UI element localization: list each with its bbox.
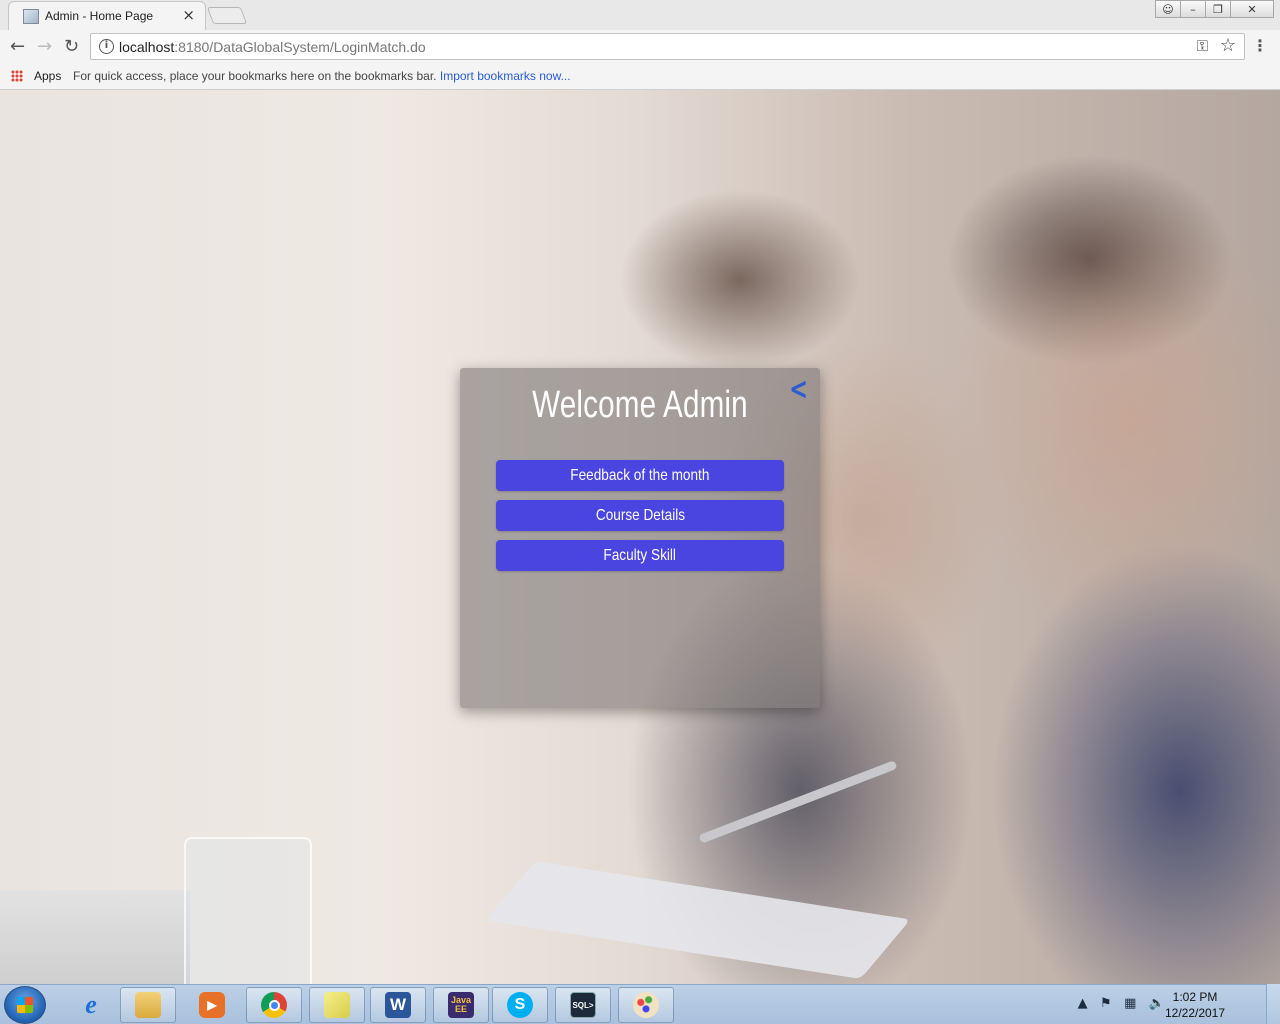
start-button[interactable] [4,986,46,1024]
title-bar: Admin - Home Page × ☺ – ❐ ✕ [0,0,1280,30]
bookmark-star-icon[interactable]: ☆ [1220,35,1236,56]
tab-title: Admin - Home Page [45,9,154,23]
bookmarks-hint: For quick access, place your bookmarks h… [73,69,571,83]
chevron-left-icon[interactable]: < [789,375,808,405]
url-path: :8180/DataGlobalSystem/LoginMatch.do [174,39,426,55]
skype-icon[interactable]: S [492,987,548,1023]
action-center-flag-icon[interactable]: ⚑ [1100,996,1112,1011]
windows-taskbar: e ▶ W Java EE S SQL> ▲ ⚑ ▦ 🔈 1:02 PM 12/2… [0,984,1280,1024]
window-controls: ☺ – ❐ ✕ [1155,0,1274,18]
apps-shortcut[interactable]: Apps [34,69,61,83]
tab-close-icon[interactable]: × [182,6,195,24]
palette-glyph [633,992,659,1018]
internet-explorer-glyph: e [85,990,97,1019]
java-ee-ide-icon[interactable]: Java EE [433,987,489,1023]
folder-glyph [135,992,161,1018]
back-arrow-icon[interactable]: ← [10,36,25,57]
page-background: < Welcome Admin Feedback of the month Co… [0,90,1280,984]
course-details-button[interactable]: Course Details [496,500,784,531]
sql-glyph: SQL> [570,992,596,1018]
site-info-icon[interactable]: i [99,39,114,54]
show-desktop-button[interactable] [1266,984,1280,1024]
url-text: localhost:8180/DataGlobalSystem/LoginMat… [119,39,426,55]
user-profile-icon[interactable]: ☺ [1155,0,1181,18]
restore-button[interactable]: ❐ [1205,0,1231,18]
browser-tab[interactable]: Admin - Home Page × [8,1,206,30]
chrome-glyph [261,992,287,1018]
chrome-menu-icon[interactable]: ⋮ [1252,36,1268,55]
tray-icons[interactable]: ▲ ⚑ ▦ 🔈 [1078,996,1165,1011]
bookmarks-bar: Apps For quick access, place your bookma… [0,63,1280,90]
background-stylus [698,760,898,844]
play-glyph: ▶ [199,992,225,1018]
show-hidden-icons-icon[interactable]: ▲ [1078,996,1088,1011]
page-title: Welcome Admin [532,384,748,426]
faculty-skill-button[interactable]: Faculty Skill [496,540,784,571]
key-icon[interactable]: ⚿ [1197,37,1208,55]
sticky-glyph [324,992,350,1018]
chrome-icon[interactable] [246,987,302,1023]
browser-toolbar: ← → ↻ i localhost:8180/DataGlobalSystem/… [0,30,1280,63]
close-window-button[interactable]: ✕ [1230,0,1274,18]
address-bar[interactable]: i localhost:8180/DataGlobalSystem/LoginM… [90,33,1245,60]
button-label: Feedback of the month [570,466,710,484]
button-label: Faculty Skill [603,546,677,564]
import-bookmarks-link[interactable]: Import bookmarks now... [440,69,571,83]
network-icon[interactable]: ▦ [1124,996,1136,1011]
word-glyph: W [385,992,411,1018]
reload-icon[interactable]: ↻ [64,36,79,57]
background-glass [184,837,312,984]
admin-menu-card: < Welcome Admin Feedback of the month Co… [460,368,820,708]
page-favicon-icon [23,9,39,24]
feedback-of-the-month-button[interactable]: Feedback of the month [496,460,784,491]
sticky-notes-icon[interactable] [309,987,365,1023]
word-icon[interactable]: W [370,987,426,1023]
media-player-icon[interactable]: ▶ [184,987,240,1023]
sql-plus-icon[interactable]: SQL> [555,987,611,1023]
background-tablet [485,861,911,979]
minimize-button[interactable]: – [1180,0,1206,18]
skype-glyph: S [507,992,533,1018]
button-label: Course Details [595,506,685,524]
clock-date[interactable]: 12/22/2017 [1160,1006,1230,1020]
url-host: localhost [119,39,175,55]
forward-arrow-icon[interactable]: → [37,36,52,57]
clock-time[interactable]: 1:02 PM [1160,990,1230,1004]
file-explorer-icon[interactable] [120,987,176,1023]
background-laptop [0,890,190,984]
new-tab-button[interactable] [206,7,248,24]
bookmarks-hint-text: For quick access, place your bookmarks h… [73,69,437,83]
internet-explorer-icon[interactable]: e [63,987,119,1023]
chrome-center [268,999,280,1011]
paint-icon[interactable] [618,987,674,1023]
java-glyph: Java EE [448,992,474,1018]
apps-grid-icon[interactable] [11,70,23,82]
